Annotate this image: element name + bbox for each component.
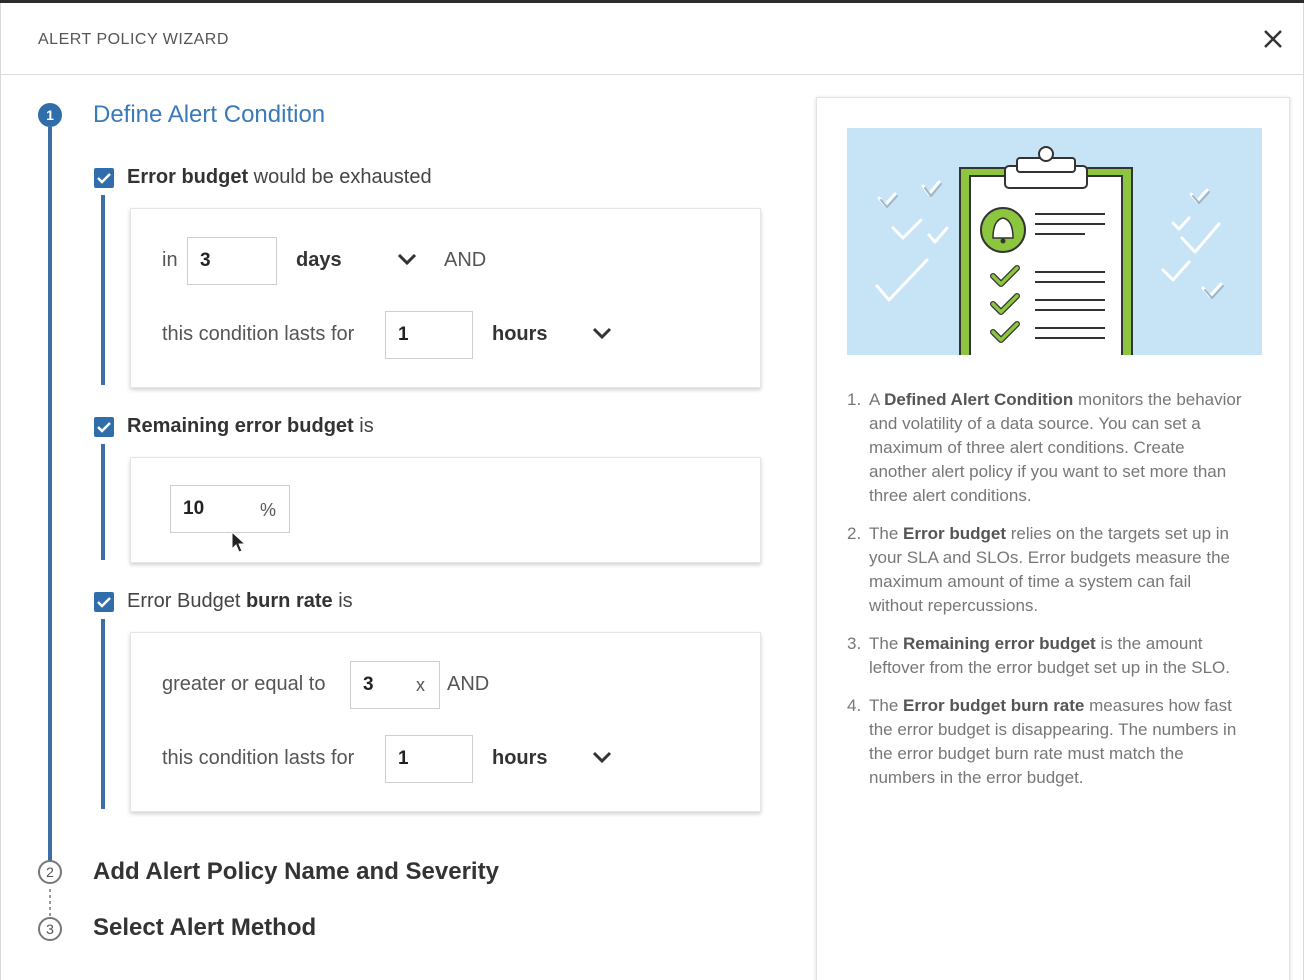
and-label: AND [444,249,487,271]
step-2-title[interactable]: Add Alert Policy Name and Severity [93,858,499,886]
step-3-number: 3 [38,917,62,941]
chevron-down-icon[interactable] [396,252,418,266]
step-1-number: 1 [38,103,62,127]
close-icon [1264,30,1282,48]
modal-header: ALERT POLICY WIZARD [1,3,1303,75]
checkmark-icon [97,422,111,433]
help-panel: 1. A Defined Alert Condition monitors the… [816,97,1290,980]
mouse-cursor-icon [231,531,247,553]
help-notes: 1. A Defined Alert Condition monitors the… [847,388,1242,804]
clipboard-illustration [847,128,1262,355]
burn-lasts-unit-select[interactable]: hours [492,747,548,770]
lasts-input[interactable]: 1 [385,311,473,359]
gte-label: greater or equal to [162,673,326,695]
checkmark-icon [97,597,111,608]
help-note: 1. A Defined Alert Condition monitors the… [847,390,1242,505]
error-budget-card: in 3 days AND this condition lasts for 1… [130,208,761,388]
alert-policy-wizard-modal: ALERT POLICY WIZARD 1 Define Alert Condi… [0,3,1304,980]
section-line [101,444,105,560]
burn-rate-label: Error Budget burn rate is [127,590,353,612]
section-line [101,195,105,385]
help-note: 2. The Error budget relies on the targets… [847,524,1230,615]
stepper-dots [49,889,51,917]
exhaust-in-input[interactable]: 3 [187,237,277,285]
lasts-label: this condition lasts for [162,747,355,769]
error-budget-checkbox[interactable] [94,168,114,188]
section-line [101,619,105,809]
multiplier-suffix: x [416,675,425,695]
burn-rate-card: greater or equal to 3 x AND this conditi… [130,632,761,812]
burn-rate-input[interactable]: 3 [350,661,440,709]
remaining-budget-card: 10 % [130,457,761,563]
remaining-budget-label: Remaining error budget is [127,415,374,437]
chevron-down-icon[interactable] [591,326,613,340]
help-note: 4. The Error budget burn rate measures ho… [847,696,1237,787]
modal-title: ALERT POLICY WIZARD [38,31,229,48]
step-2-number: 2 [38,860,62,884]
stepper-line [48,127,52,862]
lasts-label: this condition lasts for [162,323,355,345]
help-note: 3. The Remaining error budget is the amou… [847,634,1230,677]
step-1-title[interactable]: Define Alert Condition [93,101,325,129]
burn-lasts-input[interactable]: 1 [385,735,473,783]
checkmark-icon [97,173,111,184]
burn-rate-checkbox[interactable] [94,592,114,612]
remaining-budget-checkbox[interactable] [94,417,114,437]
percent-suffix: % [260,500,277,520]
exhaust-unit-select[interactable]: days [296,249,342,272]
lasts-unit-select[interactable]: hours [492,323,548,346]
and-label: AND [447,673,490,695]
in-label: in [162,249,178,271]
error-budget-label: Error budget would be exhausted [127,166,432,188]
close-button[interactable] [1259,25,1287,53]
step-3-title[interactable]: Select Alert Method [93,914,316,942]
chevron-down-icon[interactable] [591,750,613,764]
